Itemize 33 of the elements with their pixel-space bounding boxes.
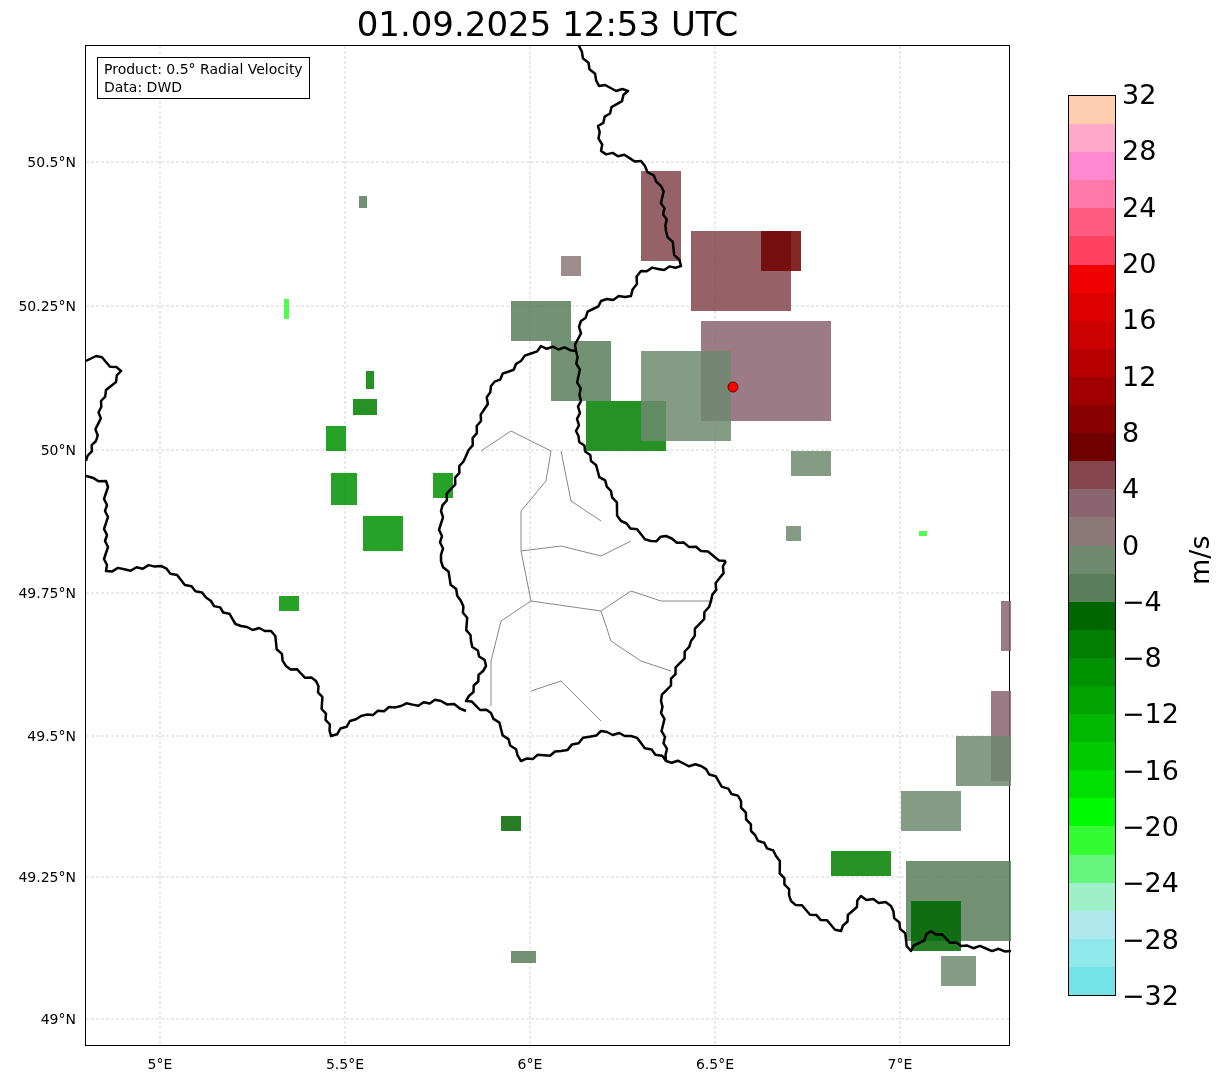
colorbar-tick-label: −28 <box>1122 924 1179 955</box>
chart-title: 01.09.2025 12:53 UTC <box>355 4 740 44</box>
latitude-label: 50°N <box>40 442 76 458</box>
latitude-label: 50.5°N <box>27 154 76 170</box>
colorbar-tick-label: −20 <box>1122 812 1179 843</box>
latitude-label: 49.25°N <box>18 869 76 885</box>
colorbar-tick-label: −16 <box>1122 755 1179 786</box>
longitude-label: 6.5°E <box>695 1055 735 1074</box>
longitude-label: 6°E <box>517 1055 543 1074</box>
legend-text: Product: 0.5° Radial Velocity <box>104 60 303 78</box>
colorbar-label: m/s <box>1186 534 1216 587</box>
colorbar-tick-label: 28 <box>1122 136 1157 167</box>
colorbar-tick-label: 24 <box>1122 192 1157 223</box>
latitude-label: 50.25°N <box>18 298 76 314</box>
colorbar-tick-label: −24 <box>1122 868 1179 899</box>
colorbar-tick-label: 32 <box>1122 80 1157 110</box>
longitude-label: 7°E <box>887 1055 913 1074</box>
colorbar-tick-label: 12 <box>1122 361 1157 392</box>
colorbar-tick-label: 20 <box>1122 248 1157 279</box>
colorbar-tick-label: 0 <box>1122 530 1140 561</box>
latitude-label: 49.5°N <box>27 728 76 744</box>
longitude-label: 5°E <box>147 1055 173 1074</box>
colorbar-tick-label: 8 <box>1122 417 1140 448</box>
latitude-label: 49°N <box>40 1011 76 1027</box>
longitude-label: 5.5°E <box>325 1055 365 1074</box>
colorbar-tick-label: 4 <box>1122 474 1140 505</box>
colorbar-tick-label: −12 <box>1122 699 1179 730</box>
legend-text: Data: DWD <box>104 78 183 96</box>
colorbar-tick-label: −4 <box>1122 586 1162 617</box>
latitude-label: 49.75°N <box>18 585 76 601</box>
colorbar-tick-label: −32 <box>1122 981 1179 1011</box>
colorbar-tick-label: −8 <box>1122 643 1162 674</box>
colorbar-tick-label: 16 <box>1122 305 1157 336</box>
